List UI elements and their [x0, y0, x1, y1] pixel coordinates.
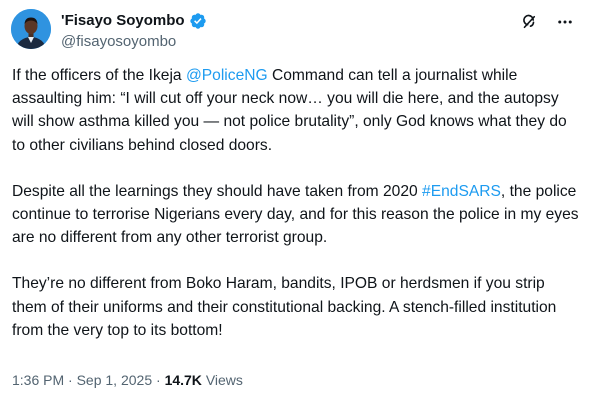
hashtag-link[interactable]: #EndSARS — [422, 183, 501, 200]
author-display-name[interactable]: 'Fisayo Soyombo — [61, 12, 185, 30]
more-options-icon[interactable] — [555, 12, 575, 32]
author-handle[interactable]: @fisayosoyombo — [61, 33, 176, 51]
verified-badge-icon[interactable] — [189, 12, 207, 30]
grok-icon[interactable] — [519, 12, 539, 32]
tweet-paragraph-3: They’re no different from Boko Haram, ba… — [12, 272, 582, 342]
tweet-paragraph-2: Despite all the learnings they should ha… — [12, 180, 582, 250]
text-segment: If the officers of the Ikeja — [12, 67, 186, 84]
views-label: Views — [205, 372, 243, 388]
tweet-paragraph-1: If the officers of the Ikeja @PoliceNG C… — [12, 64, 582, 157]
author-name-row[interactable]: 'Fisayo Soyombo — [61, 12, 207, 30]
text-segment: Despite all the learnings they should ha… — [12, 182, 423, 200]
tweet-meta: 1:36 PM · Sep 1, 2025 · 14.7K Views — [12, 371, 243, 389]
views-count: 14.7K — [164, 372, 202, 388]
mention-link[interactable]: @PoliceNG — [186, 67, 268, 84]
avatar-image — [11, 9, 51, 49]
tweet-card: 'Fisayo Soyombo @fisayosoyombo If the of… — [0, 0, 593, 406]
text-segment: They’re no different from Boko Haram, ba… — [12, 275, 557, 339]
meta-separator: · — [64, 372, 77, 388]
tweet-time[interactable]: 1:36 PM — [12, 372, 64, 388]
top-actions — [519, 12, 575, 32]
tweet-text: If the officers of the Ikeja @PoliceNG C… — [12, 64, 582, 365]
avatar[interactable] — [11, 9, 51, 49]
tweet-date[interactable]: Sep 1, 2025 — [77, 372, 153, 388]
meta-separator: · — [152, 372, 165, 388]
